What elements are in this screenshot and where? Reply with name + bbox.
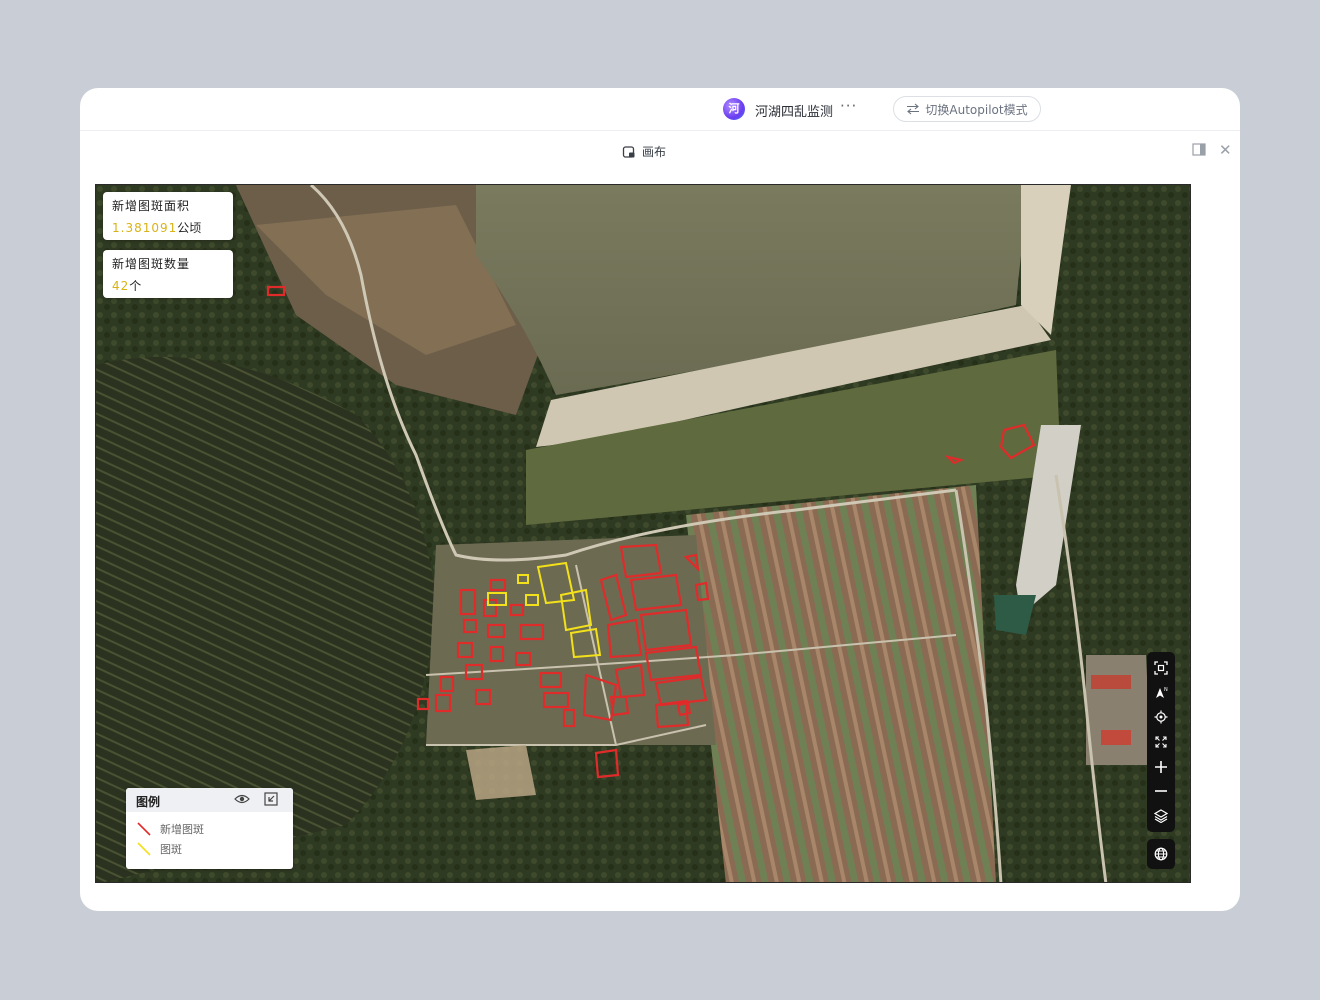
fullscreen-icon[interactable]	[1151, 732, 1171, 752]
layers-icon[interactable]	[1151, 806, 1171, 826]
fit-extent-icon[interactable]	[1151, 658, 1171, 678]
area-value-line: 1.381091公顷	[112, 219, 224, 236]
area-value: 1.381091	[112, 221, 178, 235]
canvas-title: 画布	[642, 145, 667, 159]
close-icon[interactable]: ✕	[1219, 141, 1232, 159]
app-avatar[interactable]: 河	[723, 98, 745, 120]
eye-icon[interactable]	[234, 793, 250, 805]
zoom-out-icon[interactable]	[1151, 781, 1171, 801]
count-value: 42	[112, 279, 130, 293]
zoom-in-icon[interactable]	[1151, 757, 1171, 777]
patch-overlay	[266, 285, 1036, 779]
legend-item-patch: 图斑	[136, 841, 182, 857]
count-unit: 个	[129, 279, 142, 293]
count-value-line: 42个	[112, 277, 224, 294]
map-toolbar: N	[1147, 652, 1175, 832]
legend-header: 图例	[126, 788, 293, 812]
side-panel-icon[interactable]	[1192, 143, 1206, 156]
north-arrow-icon[interactable]: N	[1151, 683, 1171, 703]
new-patch-area-card: 新增图斑面积 1.381091公顷	[103, 192, 233, 240]
legend-label: 图斑	[160, 843, 182, 856]
collapse-icon[interactable]	[264, 792, 278, 806]
new-patch-count-card: 新增图斑数量 42个	[103, 250, 233, 298]
canvas-tab[interactable]: 画布	[622, 143, 666, 160]
app-title[interactable]: 河湖四乱监测	[755, 101, 833, 120]
red-line-swatch-icon	[137, 822, 151, 836]
new-patch-polygons	[266, 285, 1036, 779]
more-icon[interactable]: ···	[840, 97, 857, 115]
globe-icon	[1154, 847, 1168, 861]
autopilot-toggle-button[interactable]: 切换Autopilot模式	[893, 96, 1041, 122]
top-bar: 河 河湖四乱监测 ··· 切换Autopilot模式	[80, 88, 1240, 131]
satellite-map[interactable]: 新增图斑面积 1.381091公顷 新增图斑数量 42个 图例 新增图斑 图斑 …	[95, 184, 1191, 883]
legend-title: 图例	[136, 795, 161, 809]
locate-icon[interactable]	[1151, 707, 1171, 727]
canvas-header: 画布 ✕	[80, 131, 1240, 171]
area-unit: 公顷	[177, 221, 202, 235]
switch-arrows-icon	[907, 103, 920, 115]
svg-text:N: N	[1164, 687, 1168, 693]
patch-polygons	[487, 561, 602, 659]
canvas-icon	[622, 145, 635, 158]
map-legend: 图例 新增图斑 图斑	[126, 788, 293, 869]
area-label: 新增图斑面积	[112, 199, 191, 213]
legend-label: 新增图斑	[160, 823, 204, 836]
globe-button[interactable]	[1147, 839, 1175, 869]
count-label: 新增图斑数量	[112, 257, 191, 271]
yellow-line-swatch-icon	[137, 842, 151, 856]
autopilot-label: 切换Autopilot模式	[925, 102, 1028, 117]
legend-item-new-patch: 新增图斑	[136, 821, 204, 837]
